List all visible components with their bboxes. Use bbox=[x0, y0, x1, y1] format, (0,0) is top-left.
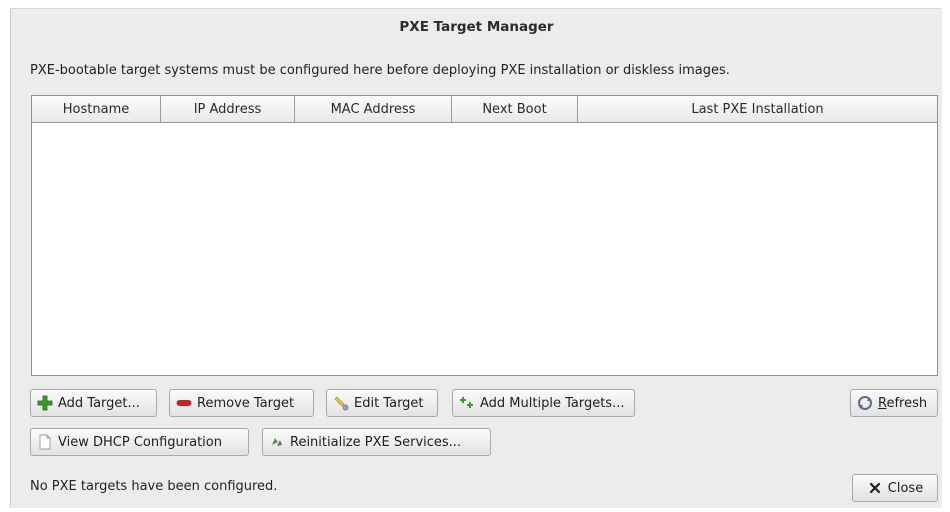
view-dhcp-configuration-button[interactable]: View DHCP Configuration bbox=[30, 428, 249, 456]
pxe-target-manager-window: PXE Target Manager PXE-bootable target s… bbox=[10, 8, 942, 508]
column-header-last-pxe-installation[interactable]: Last PXE Installation bbox=[578, 96, 937, 122]
sparkle-plus-icon bbox=[459, 395, 475, 411]
refresh-label: Refresh bbox=[878, 395, 928, 411]
recycle-icon bbox=[269, 434, 285, 450]
add-target-button[interactable]: Add Target... bbox=[30, 389, 157, 417]
minus-icon bbox=[176, 395, 192, 411]
column-header-next-boot[interactable]: Next Boot bbox=[452, 96, 578, 122]
table-header: Hostname IP Address MAC Address Next Boo… bbox=[32, 96, 937, 123]
column-header-ip-address[interactable]: IP Address bbox=[161, 96, 295, 122]
refresh-icon bbox=[857, 395, 873, 411]
plus-icon bbox=[37, 395, 53, 411]
reinitialize-pxe-services-label: Reinitialize PXE Services... bbox=[290, 434, 462, 450]
close-button[interactable]: Close bbox=[852, 474, 938, 502]
window-title: PXE Target Manager bbox=[399, 19, 554, 35]
close-icon bbox=[867, 480, 883, 496]
add-multiple-targets-button[interactable]: Add Multiple Targets... bbox=[452, 389, 635, 417]
targets-table[interactable]: Hostname IP Address MAC Address Next Boo… bbox=[31, 95, 938, 376]
column-header-hostname[interactable]: Hostname bbox=[32, 96, 161, 122]
remove-target-label: Remove Target bbox=[197, 395, 295, 411]
view-dhcp-configuration-label: View DHCP Configuration bbox=[58, 434, 222, 450]
description-text: PXE-bootable target systems must be conf… bbox=[30, 63, 730, 78]
document-icon bbox=[37, 434, 53, 450]
wrench-icon bbox=[333, 395, 349, 411]
table-body[interactable] bbox=[32, 123, 937, 375]
refresh-button[interactable]: Refresh bbox=[850, 389, 938, 417]
status-text: No PXE targets have been configured. bbox=[30, 479, 278, 494]
column-header-mac-address[interactable]: MAC Address bbox=[295, 96, 452, 122]
add-target-label: Add Target... bbox=[58, 395, 140, 411]
remove-target-button[interactable]: Remove Target bbox=[169, 389, 314, 417]
reinitialize-pxe-services-button[interactable]: Reinitialize PXE Services... bbox=[262, 428, 491, 456]
edit-target-button[interactable]: Edit Target bbox=[326, 389, 438, 417]
add-multiple-targets-label: Add Multiple Targets... bbox=[480, 395, 625, 411]
close-label: Close bbox=[887, 480, 924, 496]
edit-target-label: Edit Target bbox=[354, 395, 424, 411]
